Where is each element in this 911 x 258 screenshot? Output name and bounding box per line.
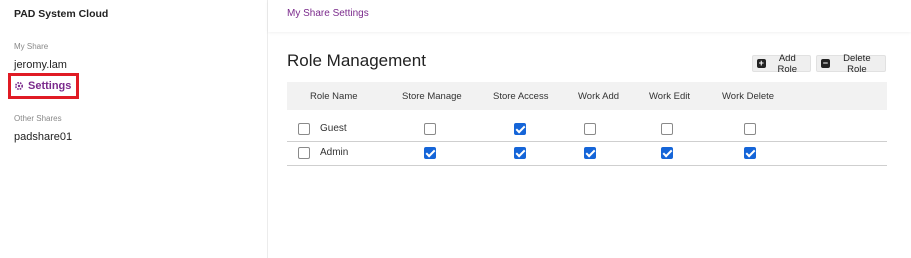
page-title: Role Management [287, 51, 426, 70]
column-header-store-access: Store Access [493, 91, 549, 102]
table-row: Guest [287, 118, 887, 142]
main-content: Role Management + Add Role − Delete Role… [268, 32, 911, 258]
settings-label: Settings [28, 80, 72, 92]
sidebar-item-user[interactable]: jeromy.lam [14, 59, 67, 71]
add-role-button[interactable]: + Add Role [752, 52, 811, 75]
sidebar: PAD System Cloud My Share jeromy.lam Set… [0, 0, 268, 258]
topbar: My Share Settings [268, 0, 911, 32]
delete-role-button[interactable]: − Delete Role [816, 52, 886, 75]
sidebar-item-settings[interactable]: Settings [14, 80, 71, 92]
work-edit-checkbox[interactable] [661, 123, 673, 135]
column-header-store-manage: Store Manage [402, 91, 462, 102]
store-manage-checkbox[interactable] [424, 147, 436, 159]
row-select-checkbox[interactable] [298, 147, 310, 159]
work-edit-checkbox[interactable] [661, 147, 673, 159]
table-row: Admin [287, 142, 887, 166]
store-manage-checkbox[interactable] [424, 123, 436, 135]
row-select-checkbox[interactable] [298, 123, 310, 135]
role-name: Guest [320, 123, 347, 134]
add-role-label: Add Role [777, 52, 798, 75]
gear-icon [14, 81, 24, 91]
role-table: Role Name Store Manage Store Access Work… [287, 82, 887, 166]
role-name: Admin [320, 147, 349, 158]
work-add-checkbox[interactable] [584, 147, 596, 159]
plus-icon: + [757, 58, 766, 68]
work-delete-checkbox[interactable] [744, 123, 756, 135]
my-share-label: My Share [14, 42, 49, 51]
other-shares-label: Other Shares [14, 114, 62, 123]
sidebar-item-padshare01[interactable]: padshare01 [14, 131, 72, 143]
topbar-title: My Share Settings [287, 8, 369, 19]
work-delete-checkbox[interactable] [744, 147, 756, 159]
column-header-role-name: Role Name [310, 91, 358, 102]
column-header-work-edit: Work Edit [649, 91, 691, 102]
minus-icon: − [821, 58, 830, 68]
store-access-checkbox[interactable] [514, 147, 526, 159]
column-header-work-delete: Work Delete [722, 91, 775, 102]
app-title: PAD System Cloud [14, 8, 109, 20]
store-access-checkbox[interactable] [514, 123, 526, 135]
column-header-work-add: Work Add [578, 91, 620, 102]
delete-role-label: Delete Role [843, 52, 871, 75]
table-header: Role Name Store Manage Store Access Work… [287, 82, 887, 110]
work-add-checkbox[interactable] [584, 123, 596, 135]
